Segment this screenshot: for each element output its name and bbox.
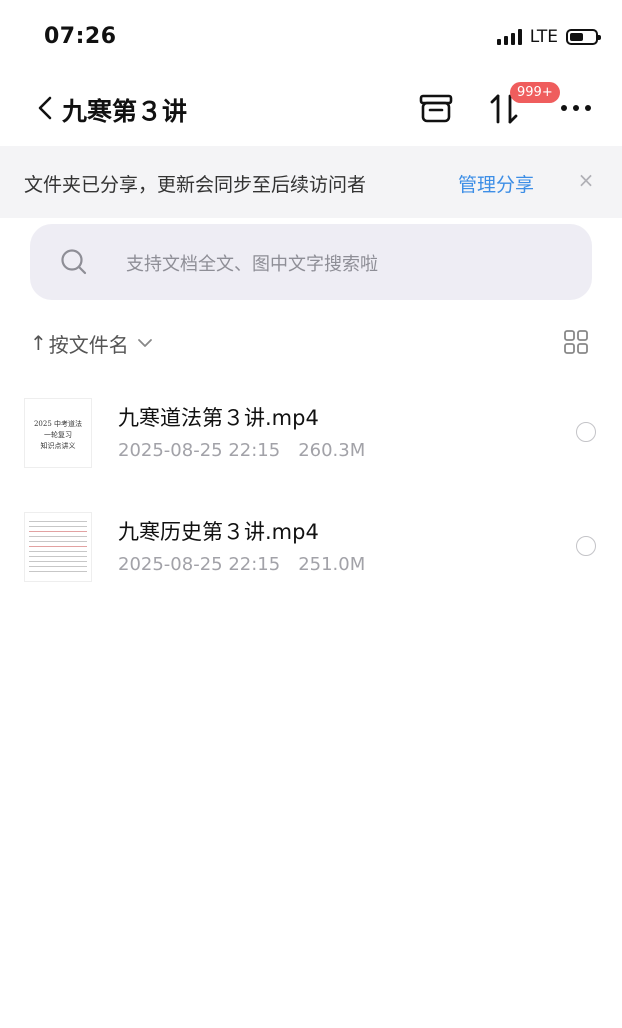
select-radio[interactable] (576, 536, 596, 556)
close-icon[interactable]: × (576, 168, 596, 192)
manage-share-link[interactable]: 管理分享 (458, 170, 534, 197)
file-size: 251.0M (298, 554, 366, 575)
share-banner: 文件夹已分享，更新会同步至后续访问者 管理分享 × (0, 146, 622, 218)
thumbnail-text: 2025 中考道法 一轮复习 知识点讲义 (25, 399, 91, 452)
header: 九寒第３讲 999+ (0, 72, 622, 146)
network-label: LTE (529, 27, 558, 47)
file-meta: 2025-08-25 22:15 260.3M (118, 440, 365, 461)
file-name: 九寒道法第３讲.mp4 (118, 406, 319, 430)
more-dots-icon (561, 105, 591, 111)
status-time: 07:26 (44, 24, 117, 49)
file-name: 九寒历史第３讲.mp4 (118, 520, 319, 544)
thumbnail-line: 一轮复习 (44, 431, 72, 439)
file-size: 260.3M (298, 440, 366, 461)
thumbnail-line: 2025 中考道法 (33, 420, 83, 428)
package-icon (419, 94, 453, 123)
back-button[interactable] (34, 90, 60, 126)
file-thumbnail: 2025 中考道法 一轮复习 知识点讲义 (24, 398, 92, 468)
file-row[interactable]: 2025 中考道法 一轮复习 知识点讲义 九寒道法第３讲.mp4 2025-08… (0, 398, 622, 498)
sort-direction-icon: ↑ (30, 331, 47, 355)
file-thumbnail (24, 512, 92, 582)
search-placeholder: 支持文档全文、图中文字搜索啦 (126, 254, 378, 275)
status-indicators: LTE (496, 27, 601, 47)
transfer-count-badge: 999+ (510, 82, 560, 103)
grid-view-button[interactable] (562, 328, 590, 356)
search-icon (61, 249, 87, 275)
grid-view-icon (564, 330, 588, 354)
select-radio[interactable] (576, 422, 596, 442)
share-banner-text: 文件夹已分享，更新会同步至后续访问者 (24, 174, 367, 196)
chevron-down-icon (137, 339, 152, 347)
package-button[interactable] (416, 86, 456, 130)
sort-bar: ↑ 按文件名 (0, 324, 622, 364)
file-date: 2025-08-25 22:15 (118, 440, 281, 461)
thumbnail-preview (25, 513, 91, 580)
sort-label: 按文件名 (48, 332, 129, 357)
file-row[interactable]: 九寒历史第３讲.mp4 2025-08-25 22:15 251.0M (0, 512, 622, 612)
page-title: 九寒第３讲 (62, 97, 188, 126)
search-input[interactable]: 支持文档全文、图中文字搜索啦 (30, 224, 592, 300)
signal-icon (496, 29, 522, 45)
back-chevron-icon (38, 96, 52, 120)
thumbnail-line: 知识点讲义 (40, 442, 76, 450)
sort-by-name-button[interactable]: ↑ 按文件名 (30, 328, 153, 358)
more-button[interactable] (556, 86, 596, 130)
file-date: 2025-08-25 22:15 (118, 554, 281, 575)
file-meta: 2025-08-25 22:15 251.0M (118, 554, 365, 575)
status-bar: 07:26 LTE (0, 0, 622, 72)
battery-icon (566, 29, 601, 45)
